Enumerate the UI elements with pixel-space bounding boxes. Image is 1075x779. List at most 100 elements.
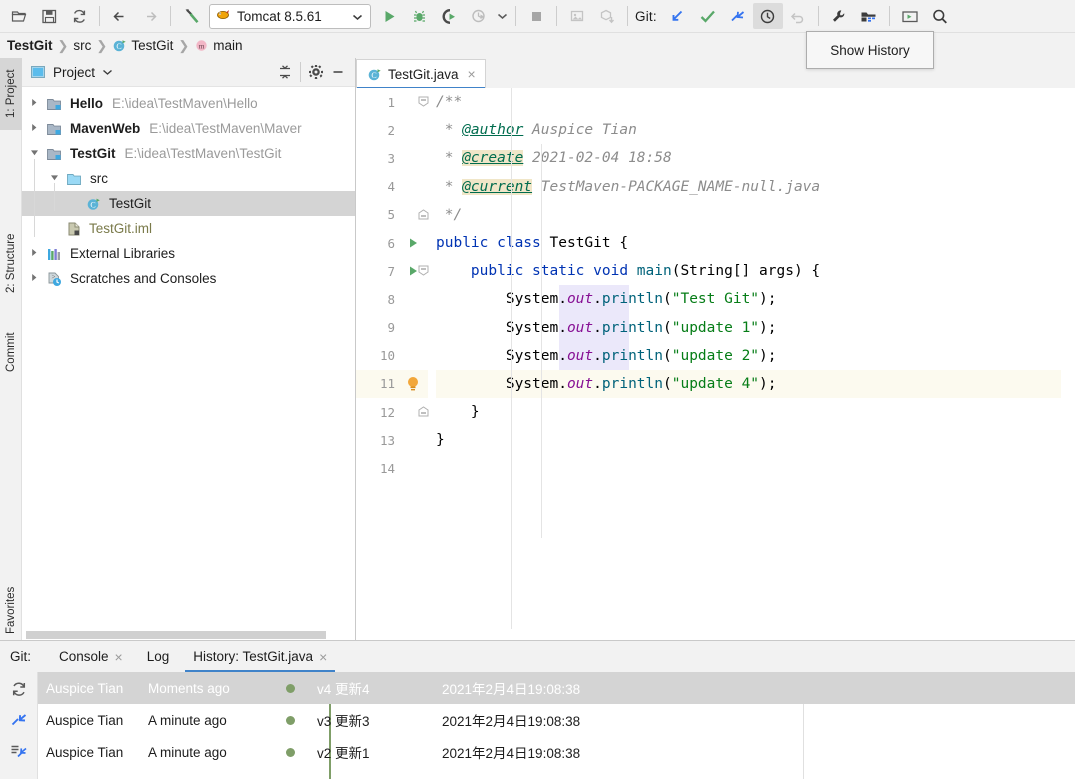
close-icon[interactable]: × (468, 66, 476, 82)
gutter-line[interactable]: 8 (356, 285, 428, 313)
tree-node-label: External Libraries (70, 246, 176, 261)
breadcrumb-item-class[interactable]: C TestGit (112, 38, 173, 53)
editor-gutter[interactable]: 1 2 3 4 5 6 7 8 9 10 11 12 13 14 (356, 88, 429, 629)
close-icon[interactable]: × (115, 649, 123, 665)
tree-node[interactable]: > Scratches and Consoles (22, 266, 355, 291)
tree-node[interactable]: TestGit E:\idea\TestMaven\TestGit (22, 141, 355, 166)
gutter-line[interactable]: 14 (356, 454, 428, 482)
breadcrumb-item-project[interactable]: TestGit (7, 38, 53, 53)
refresh-icon[interactable] (4, 675, 34, 703)
editor-horizontal-scrollbar[interactable] (356, 629, 1075, 640)
breadcrumb-item-method[interactable]: m main (194, 38, 243, 53)
gutter-line[interactable]: 5 (356, 201, 428, 229)
show-diff-icon[interactable] (4, 706, 34, 734)
code-line[interactable]: System.out.println("update 2"); (436, 342, 1061, 370)
gutter-line[interactable]: 9 (356, 314, 428, 342)
code-line[interactable]: System.out.println("Test Git"); (436, 285, 1061, 313)
table-row[interactable]: Auspice Tian A minute ago v3 更新3 2021年2月4日1… (38, 704, 1075, 736)
gutter-line[interactable]: 1 (356, 88, 428, 116)
tree-node[interactable]: C TestGit (22, 191, 355, 216)
gutter-line[interactable]: 13 (356, 426, 428, 454)
sidebar-item-project[interactable]: 1: Project (0, 58, 22, 130)
chevron-right-icon[interactable] (26, 123, 42, 134)
code-line[interactable]: /** (436, 88, 1061, 116)
save-all-icon[interactable] (34, 3, 64, 29)
close-icon[interactable]: × (319, 649, 327, 665)
code-line[interactable]: } (436, 398, 1061, 426)
editor-right-margin[interactable] (1061, 88, 1075, 629)
run-configuration-selector[interactable]: Tomcat 8.5.61 (209, 3, 371, 29)
settings-wrench-icon[interactable] (824, 3, 854, 29)
intention-bulb-icon[interactable] (400, 376, 426, 392)
git-update-project-icon[interactable] (663, 3, 693, 29)
code-line[interactable]: * @author Auspice Tian (436, 116, 1061, 144)
code-line[interactable]: public static void main(String[] args) { (436, 257, 1061, 285)
gutter-line[interactable]: 10 (356, 342, 428, 370)
table-row[interactable]: Auspice Tian A minute ago v2 更新1 2021年2月4日1… (38, 736, 1075, 768)
code-line[interactable]: System.out.println("update 1"); (436, 314, 1061, 342)
gutter-line[interactable]: 7 (356, 257, 428, 285)
code-line[interactable]: * @current TestMaven-PACKAGE_NAME-null.j… (436, 173, 1061, 201)
sidebar-item-commit[interactable]: Commit (0, 316, 22, 388)
chevron-right-icon[interactable] (26, 248, 42, 259)
table-row[interactable]: Auspice Tian Moments ago v4 更新4 2021年2月4日19… (38, 672, 1075, 704)
run-icon[interactable] (374, 3, 404, 29)
breadcrumb-item-src[interactable]: src (73, 38, 91, 53)
git-push-icon[interactable] (723, 3, 753, 29)
gear-icon[interactable] (305, 61, 327, 83)
project-structure-icon[interactable] (854, 3, 884, 29)
search-everywhere-icon[interactable] (925, 3, 955, 29)
code-line[interactable]: */ (436, 201, 1061, 229)
gutter-line[interactable]: 3 (356, 144, 428, 172)
gutter-line[interactable]: 2 (356, 116, 428, 144)
run-line-icon[interactable] (400, 237, 426, 249)
editor-code-text[interactable]: /** * @author Auspice Tian * @create 202… (428, 88, 1061, 629)
sync-refresh-icon[interactable] (64, 3, 94, 29)
chevron-down-icon[interactable] (26, 148, 42, 159)
run-anything-icon[interactable] (895, 3, 925, 29)
tab-console[interactable]: Console × (47, 641, 135, 672)
back-arrow-icon[interactable] (105, 3, 135, 29)
hide-panel-icon[interactable] (327, 61, 349, 83)
tree-node[interactable]: Hello E:\idea\TestMaven\Hello (22, 91, 355, 116)
line-number: 14 (379, 461, 395, 477)
open-project-icon[interactable] (4, 3, 34, 29)
show-all-affected-icon[interactable] (4, 737, 34, 765)
chevron-right-icon[interactable] (26, 273, 42, 284)
git-commit-icon[interactable] (693, 3, 723, 29)
chevron-down-icon[interactable] (352, 9, 363, 24)
code-line[interactable]: System.out.println("update 4"); (436, 369, 1061, 399)
code-line[interactable]: public class TestGit { (436, 229, 1061, 257)
sidebar-item-favorites[interactable]: Favorites (0, 580, 22, 640)
chevron-right-icon[interactable] (26, 98, 42, 109)
code-editor[interactable]: 1 2 3 4 5 6 7 8 9 10 11 12 13 14 /** * @author Auspic… (356, 88, 1075, 629)
gutter-line[interactable]: 11 (356, 369, 428, 399)
tab-testgit-java[interactable]: C TestGit.java × (356, 59, 486, 89)
tree-node[interactable]: External Libraries (22, 241, 355, 266)
toolbar-divider-3 (515, 6, 516, 26)
code-line[interactable]: * @create 2021-02-04 18:58 (436, 144, 1061, 172)
run-line-icon[interactable] (400, 265, 426, 277)
collapse-all-icon[interactable] (274, 61, 296, 83)
project-horizontal-scrollbar[interactable] (22, 629, 355, 640)
commit-graph-node (283, 704, 317, 736)
sidebar-item-structure[interactable]: 2: Structure (0, 218, 22, 308)
tree-node[interactable]: src (22, 166, 355, 191)
show-history-icon[interactable] (752, 3, 783, 29)
tab-log[interactable]: Log (135, 641, 182, 672)
run-with-coverage-icon[interactable] (434, 3, 464, 29)
debug-icon[interactable] (404, 3, 434, 29)
code-line[interactable]: } (436, 426, 1061, 454)
gutter-line[interactable]: 12 (356, 398, 428, 426)
tab-history[interactable]: History: TestGit.java × (181, 641, 339, 672)
project-tree[interactable]: Hello E:\idea\TestMaven\Hello MavenWeb E:\i… (22, 87, 355, 629)
build-hammer-icon[interactable] (176, 3, 206, 29)
tree-node[interactable]: TestGit.iml (22, 216, 355, 241)
tree-node[interactable]: MavenWeb E:\idea\TestMaven\Maver (22, 116, 355, 141)
gutter-line[interactable]: 4 (356, 173, 428, 201)
git-history-table[interactable]: Auspice Tian Moments ago v4 更新4 2021年2月4日19… (38, 672, 1075, 779)
code-line[interactable] (436, 454, 1061, 482)
gutter-line[interactable]: 6 (356, 229, 428, 257)
indent-guide-2 (541, 144, 542, 538)
project-dropdown-icon[interactable] (102, 68, 113, 76)
